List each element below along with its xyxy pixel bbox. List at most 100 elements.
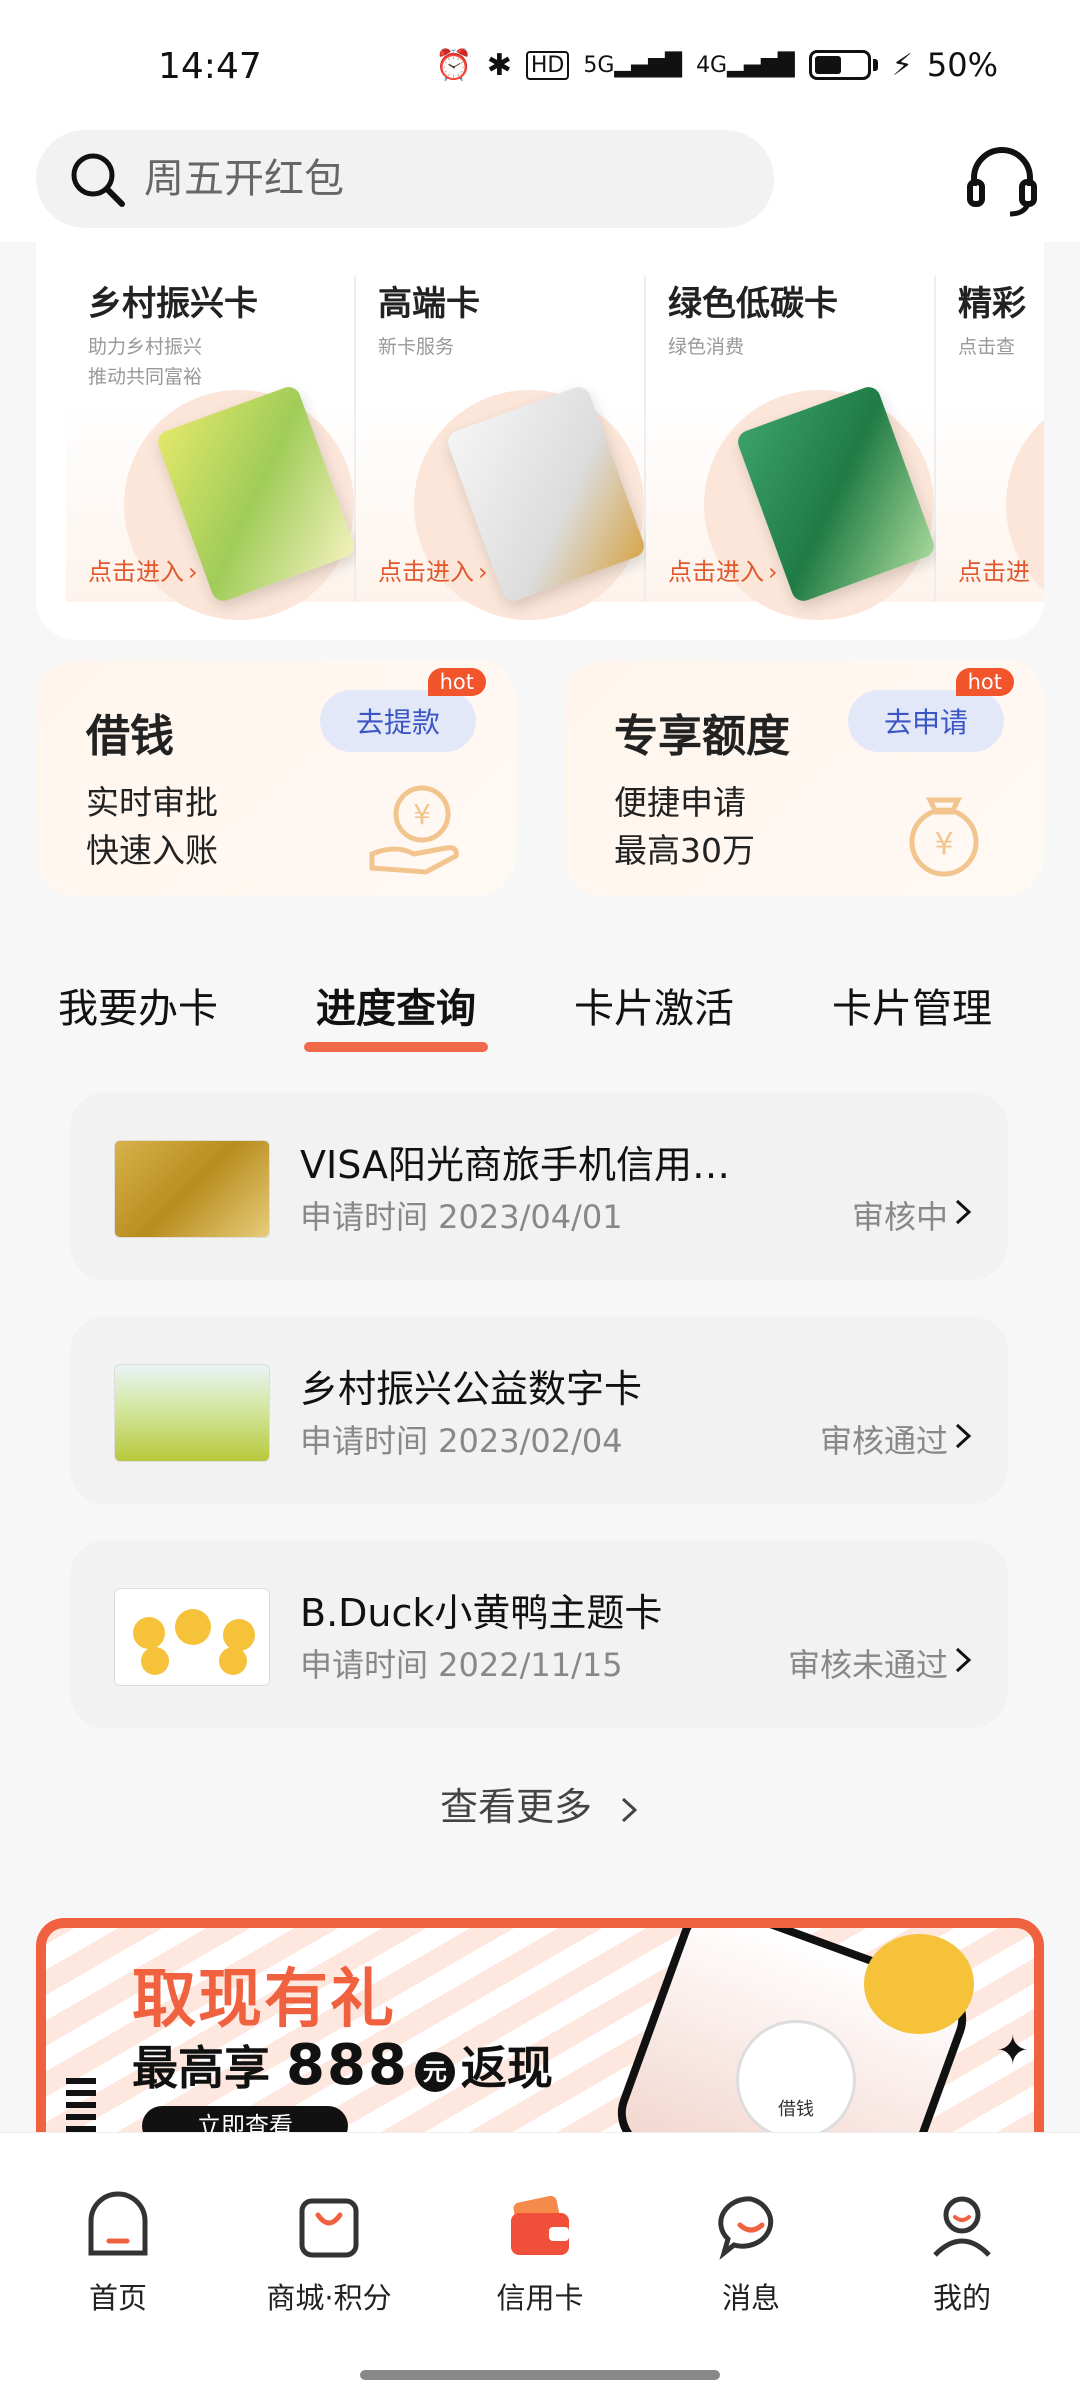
tab-apply-card[interactable]: 我要办卡 [58, 976, 218, 1034]
money-bag-icon: ¥ [909, 797, 979, 877]
application-date: 申请时间 2023/02/04 [300, 1422, 623, 1460]
chevron-right-icon [955, 1199, 972, 1225]
status-time: 14:47 [158, 46, 262, 87]
borrow-illustration-button: 借钱 [736, 2020, 856, 2136]
tab-manage[interactable]: 卡片管理 [832, 976, 992, 1034]
nav-messages[interactable]: 消息 [671, 2191, 831, 2317]
alarm-icon: ⏰ [435, 47, 473, 83]
card-category-featured[interactable]: 精彩 点击查 点击进 [936, 276, 1044, 620]
nav-label: 商城·积分 [266, 2281, 392, 2315]
nav-mall[interactable]: 商城·积分 [249, 2191, 409, 2317]
card-category-green[interactable]: 绿色低碳卡 绿色消费 点击进入 › [646, 276, 938, 620]
card-category-premium[interactable]: 高端卡 新卡服务 点击进入 › [356, 276, 648, 620]
nav-label: 首页 [88, 2281, 147, 2315]
nav-credit-card[interactable]: 信用卡 [460, 2191, 620, 2317]
borrow-title: 借钱 [86, 711, 174, 762]
enter-link[interactable]: 点击进入 › [378, 552, 488, 587]
list-item[interactable]: B.Duck小黄鸭主题卡 申请时间 2022/11/15 审核未通过 [70, 1540, 1008, 1728]
enter-link[interactable]: 点击进入 › [668, 552, 778, 587]
wallet-icon [511, 2195, 569, 2255]
application-date: 申请时间 2022/11/15 [300, 1646, 623, 1684]
card-category-title: 绿色低碳卡 [668, 284, 838, 324]
bluetooth-icon: ✱ [486, 47, 512, 83]
active-tab-indicator [304, 1042, 488, 1052]
search-bar[interactable] [36, 130, 774, 228]
home-indicator[interactable] [360, 2370, 720, 2380]
chevron-right-icon: › [478, 558, 488, 586]
chevron-right-icon [955, 1423, 972, 1449]
quota-title: 专享额度 [614, 711, 790, 762]
chevron-right-icon: › [768, 558, 778, 586]
search-icon [71, 153, 125, 207]
card-category-title: 乡村振兴卡 [88, 284, 258, 324]
borrow-desc-1: 实时审批 [86, 783, 218, 822]
svg-text:¥: ¥ [934, 827, 953, 862]
message-icon [718, 2196, 774, 2260]
card-category-rural[interactable]: 乡村振兴卡 助力乡村振兴 推动共同富裕 点击进入 › [66, 276, 358, 620]
card-category-subtitle: 助力乡村振兴 推动共同富裕 [88, 336, 203, 388]
apply-button[interactable]: 去申请 [848, 690, 1004, 752]
nav-label: 我的 [932, 2281, 991, 2315]
customer-service-icon[interactable] [964, 144, 1040, 220]
borrow-desc-2: 快速入账 [86, 831, 218, 870]
status-bar: 14:47 ⏰ ✱ HD 5G▂▄▆█ 4G▂▄▆█ ⚡ 50% [0, 0, 1080, 130]
profile-icon [933, 2196, 991, 2257]
view-more-link[interactable]: 查看更多 [440, 1776, 638, 1831]
battery-icon [808, 50, 878, 80]
application-status: 审核通过 [819, 1422, 948, 1460]
signal-5g-icon: 5G▂▄▆█ [583, 52, 683, 78]
application-date: 申请时间 2023/04/01 [300, 1198, 623, 1236]
mascot-illustration [864, 1934, 974, 2034]
hd-icon: HD [525, 50, 570, 80]
banner-subtitle: 最高享 888 元返现 [132, 2033, 553, 2098]
list-item[interactable]: VISA阳光商旅手机信用… 申请时间 2023/04/01 审核中 [70, 1092, 1008, 1280]
quota-desc-2: 最高30万 [614, 831, 755, 870]
chevron-right-icon [955, 1647, 972, 1673]
hot-badge: hot [427, 668, 486, 696]
card-category-subtitle: 点击查 [958, 336, 1016, 358]
top-bar [0, 130, 1080, 242]
status-icons: ⏰ ✱ HD 5G▂▄▆█ 4G▂▄▆█ ⚡ 50% [435, 46, 998, 84]
svg-text:¥: ¥ [413, 798, 431, 831]
bottom-nav: 首页 商城·积分 信用卡 消息 我的 [0, 2132, 1080, 2400]
card-category-row: 乡村振兴卡 助力乡村振兴 推动共同富裕 点击进入 › 高端卡 新卡服务 点击进入 ›… [66, 276, 1044, 620]
tab-activate[interactable]: 卡片激活 [574, 976, 734, 1034]
list-item[interactable]: 乡村振兴公益数字卡 申请时间 2023/02/04 审核通过 [70, 1316, 1008, 1504]
nav-profile[interactable]: 我的 [882, 2191, 1042, 2317]
application-name: B.Duck小黄鸭主题卡 [300, 1591, 663, 1635]
promo-banner[interactable]: 取现有礼 最高享 888 元返现 立即查看 借钱 ✦ [36, 1918, 1044, 2136]
card-thumbnail-rural [114, 1364, 270, 1462]
borrow-card[interactable]: 借钱 实时审批 快速入账 去提款 hot ¥ [36, 660, 516, 896]
enter-link[interactable]: 点击进入 › [88, 552, 198, 587]
banner-title: 取现有礼 [132, 1963, 396, 2037]
card-service-tabs: 我要办卡 进度查询 卡片激活 卡片管理 [0, 976, 1080, 1056]
charging-icon: ⚡ [891, 47, 913, 83]
battery-percent: 50% [926, 46, 998, 84]
quota-card[interactable]: 专享额度 便捷申请 最高30万 去申请 hot ¥ [564, 660, 1044, 896]
application-status: 审核中 [851, 1198, 948, 1236]
card-thumbnail-bduck [114, 1588, 270, 1686]
card-category-title: 高端卡 [378, 284, 480, 324]
card-thumbnail-visa [114, 1140, 270, 1238]
coin-hand-icon: ¥ [369, 785, 459, 875]
sparkle-icon: ✦ [996, 2028, 1030, 2074]
search-input[interactable] [144, 156, 704, 202]
stripe-decoration [66, 2078, 96, 2136]
shopping-bag-icon [299, 2198, 359, 2258]
quota-desc-1: 便捷申请 [614, 783, 746, 822]
tab-progress[interactable]: 进度查询 [316, 976, 476, 1034]
application-name: 乡村振兴公益数字卡 [300, 1367, 643, 1411]
chevron-right-icon: › [188, 558, 198, 586]
withdraw-button[interactable]: 去提款 [320, 690, 476, 752]
signal-4g-icon: 4G▂▄▆█ [696, 52, 795, 78]
card-category-panel: 乡村振兴卡 助力乡村振兴 推动共同富裕 点击进入 › 高端卡 新卡服务 点击进入 ›… [36, 242, 1044, 640]
application-name: VISA阳光商旅手机信用… [300, 1143, 731, 1187]
application-status: 审核未通过 [787, 1646, 948, 1684]
home-icon [88, 2191, 148, 2256]
nav-label: 消息 [721, 2281, 780, 2315]
nav-home[interactable]: 首页 [38, 2191, 198, 2317]
card-category-subtitle: 绿色消费 [668, 336, 745, 358]
quick-actions: 借钱 实时审批 快速入账 去提款 hot ¥ 专享额度 便捷申请 最高30万 去… [36, 660, 1044, 896]
hot-badge: hot [955, 668, 1014, 696]
enter-link[interactable]: 点击进 [958, 552, 1030, 587]
